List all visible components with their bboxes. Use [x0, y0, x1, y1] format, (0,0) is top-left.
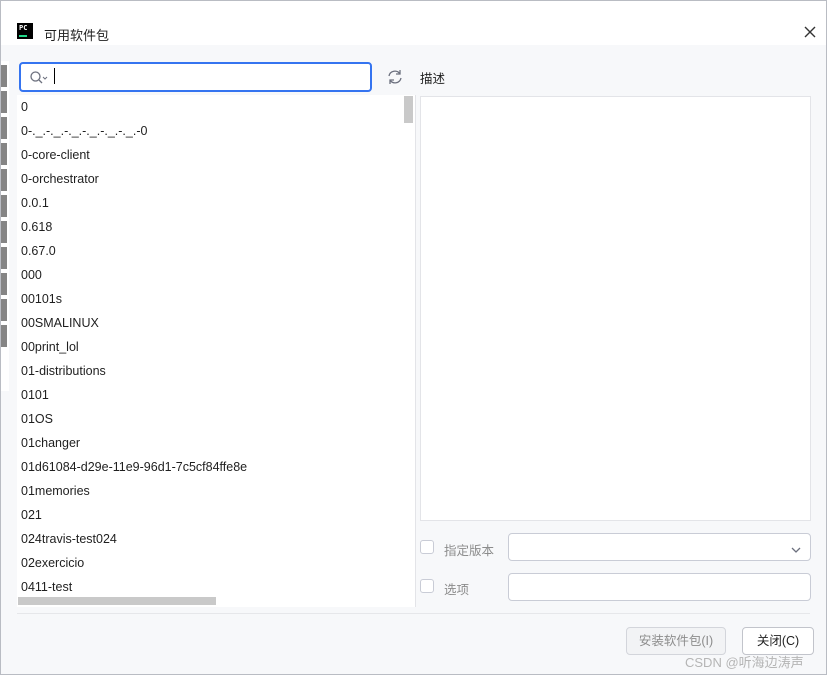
search-input[interactable] [53, 66, 367, 90]
package-list-item[interactable]: 0.67.0 [17, 239, 415, 263]
package-list-item[interactable]: 0.618 [17, 215, 415, 239]
package-list-item[interactable]: 01d61084-d29e-11e9-96d1-7c5cf84ffe8e [17, 455, 415, 479]
package-list-item[interactable]: 01changer [17, 431, 415, 455]
package-list-item[interactable]: 0411-test [17, 575, 415, 599]
package-list-item[interactable]: 02exercicio [17, 551, 415, 575]
available-packages-dialog: PC 可用软件包 0 0-._.-._.-._.-._.-._.-._.-0 0-c… [0, 0, 827, 675]
footer-divider [17, 613, 810, 614]
package-list[interactable]: 0 0-._.-._.-._.-._.-._.-._.-0 0-core-clien… [17, 95, 416, 607]
package-list-item[interactable]: 00101s [17, 287, 415, 311]
package-list-item[interactable]: 021 [17, 503, 415, 527]
package-list-item[interactable]: 01OS [17, 407, 415, 431]
dialog-title: 可用软件包 [44, 28, 110, 43]
package-list-item[interactable]: 0.0.1 [17, 191, 415, 215]
horizontal-scrollbar-thumb[interactable] [18, 597, 216, 605]
options-checkbox[interactable] [420, 579, 434, 593]
close-icon[interactable] [801, 23, 819, 41]
options-input[interactable] [508, 573, 811, 601]
package-list-item[interactable]: 0101 [17, 383, 415, 407]
specify-version-label: 指定版本 [444, 544, 495, 558]
package-list-item[interactable]: 00print_lol [17, 335, 415, 359]
watermark: CSDN @听海边涛声 [685, 655, 804, 670]
package-list-item[interactable]: 000 [17, 263, 415, 287]
package-list-item[interactable]: 024travis-test024 [17, 527, 415, 551]
pycharm-icon: PC [17, 23, 33, 39]
title-bar: PC 可用软件包 [1, 1, 826, 45]
description-panel [420, 96, 811, 521]
search-icon[interactable] [29, 70, 49, 86]
background-window-edge [1, 61, 9, 391]
package-list-item[interactable]: 01-distributions [17, 359, 415, 383]
package-list-item[interactable]: 01memories [17, 479, 415, 503]
chevron-down-icon[interactable] [790, 542, 802, 560]
search-field[interactable] [19, 62, 372, 92]
version-select[interactable] [508, 533, 811, 561]
package-list-item[interactable]: 0 [17, 95, 415, 119]
close-button[interactable]: 关闭(C) [742, 627, 814, 655]
package-list-item[interactable]: 0-core-client [17, 143, 415, 167]
package-list-item[interactable]: 0-orchestrator [17, 167, 415, 191]
package-list-item[interactable]: 0-._.-._.-._.-._.-._.-._.-0 [17, 119, 415, 143]
package-list-item[interactable]: 00SMALINUX [17, 311, 415, 335]
install-package-button[interactable]: 安装软件包(I) [626, 627, 726, 655]
options-label: 选项 [444, 583, 470, 597]
refresh-icon[interactable] [386, 68, 404, 86]
description-label: 描述 [420, 72, 446, 86]
specify-version-checkbox[interactable] [420, 540, 434, 554]
vertical-scrollbar-thumb[interactable] [404, 96, 413, 123]
